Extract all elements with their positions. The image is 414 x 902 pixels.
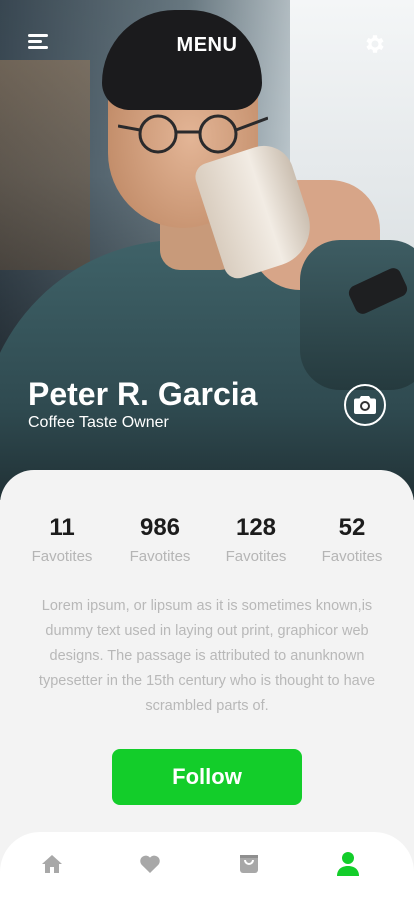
stat-label: Favotites (225, 548, 287, 565)
camera-icon (354, 396, 376, 414)
stat-label: Favotites (321, 548, 383, 565)
user-icon (337, 852, 359, 876)
home-icon (42, 855, 62, 873)
profile-role: Coffee Taste Owner (28, 414, 169, 431)
tab-home[interactable] (38, 850, 66, 878)
tab-shop[interactable] (235, 850, 263, 878)
top-bar: MENU (0, 26, 414, 66)
person-arm (300, 240, 414, 390)
stat-value: 986 (139, 514, 181, 541)
tab-favorites[interactable] (136, 850, 164, 878)
stat-item: 986 Favotites (110, 514, 210, 565)
stat-label: Favotites (129, 548, 191, 565)
stat-item: 11 Favotites (12, 514, 112, 565)
follow-button[interactable]: Follow (112, 749, 302, 805)
background-shelf (0, 60, 90, 270)
bottom-tab-bar (0, 832, 414, 902)
stat-label: Favotites (31, 548, 93, 565)
heart-icon (140, 855, 160, 873)
stats-row: 11 Favotites 986 Favotites 128 Favotites… (0, 514, 414, 574)
stat-value: 52 (338, 514, 366, 541)
stat-value: 128 (235, 514, 277, 541)
stat-value: 11 (49, 514, 75, 541)
profile-card: 11 Favotites 986 Favotites 128 Favotites… (0, 470, 414, 902)
profile-bio: Lorem ipsum, or lipsum as it is sometime… (38, 598, 376, 714)
shopping-bag-icon (240, 855, 258, 873)
stat-item: 52 Favotites (302, 514, 402, 565)
profile-name: Peter R. Garcia (28, 376, 258, 412)
page-title: MENU (176, 34, 238, 56)
camera-button[interactable] (344, 384, 386, 426)
stat-item: 128 Favotites (206, 514, 306, 565)
tab-profile[interactable] (334, 850, 362, 878)
gear-icon[interactable] (362, 32, 386, 56)
